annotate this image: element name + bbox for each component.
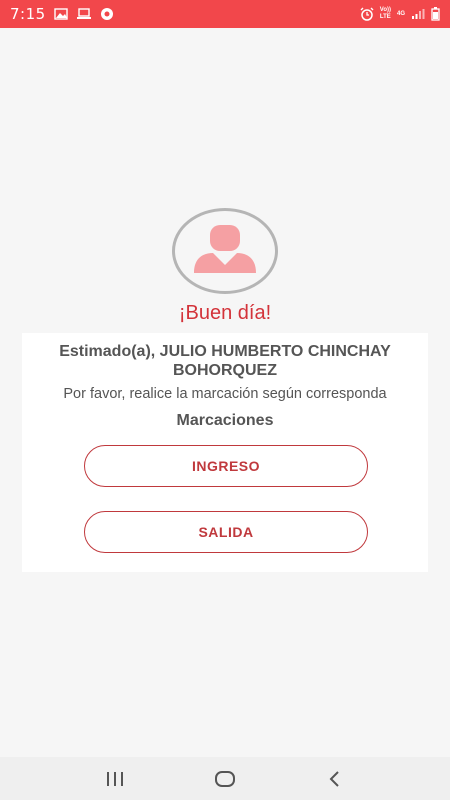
back-icon[interactable] <box>315 764 355 794</box>
greeting-text: ¡Buen día! <box>178 302 272 324</box>
salida-button[interactable]: SALIDA <box>84 511 368 553</box>
avatar <box>172 208 278 294</box>
instruction-text: Por favor, realice la marcación según co… <box>63 386 387 402</box>
section-title: Marcaciones <box>176 412 274 429</box>
chrome-icon <box>100 7 114 21</box>
status-time: 7:15 <box>10 5 46 23</box>
navigation-bar <box>0 757 450 800</box>
attendance-card: Estimado(a), JULIO HUMBERTO CHINCHAY BOH… <box>22 333 428 572</box>
laptop-icon <box>76 8 92 20</box>
volte-icon: Vo)) LTE <box>379 7 391 20</box>
status-bar: 7:15 Vo)) LTE 4G <box>0 0 450 28</box>
signal-icon <box>411 8 425 20</box>
battery-icon <box>431 7 440 21</box>
ingreso-button[interactable]: INGRESO <box>84 445 368 487</box>
recent-apps-icon[interactable] <box>95 764 135 794</box>
home-icon[interactable] <box>205 764 245 794</box>
user-icon <box>194 225 256 273</box>
alarm-icon <box>360 7 374 21</box>
network-type: 4G <box>396 10 405 17</box>
user-name-line: Estimado(a), JULIO HUMBERTO CHINCHAY BOH… <box>59 343 391 379</box>
image-icon <box>53 8 68 20</box>
